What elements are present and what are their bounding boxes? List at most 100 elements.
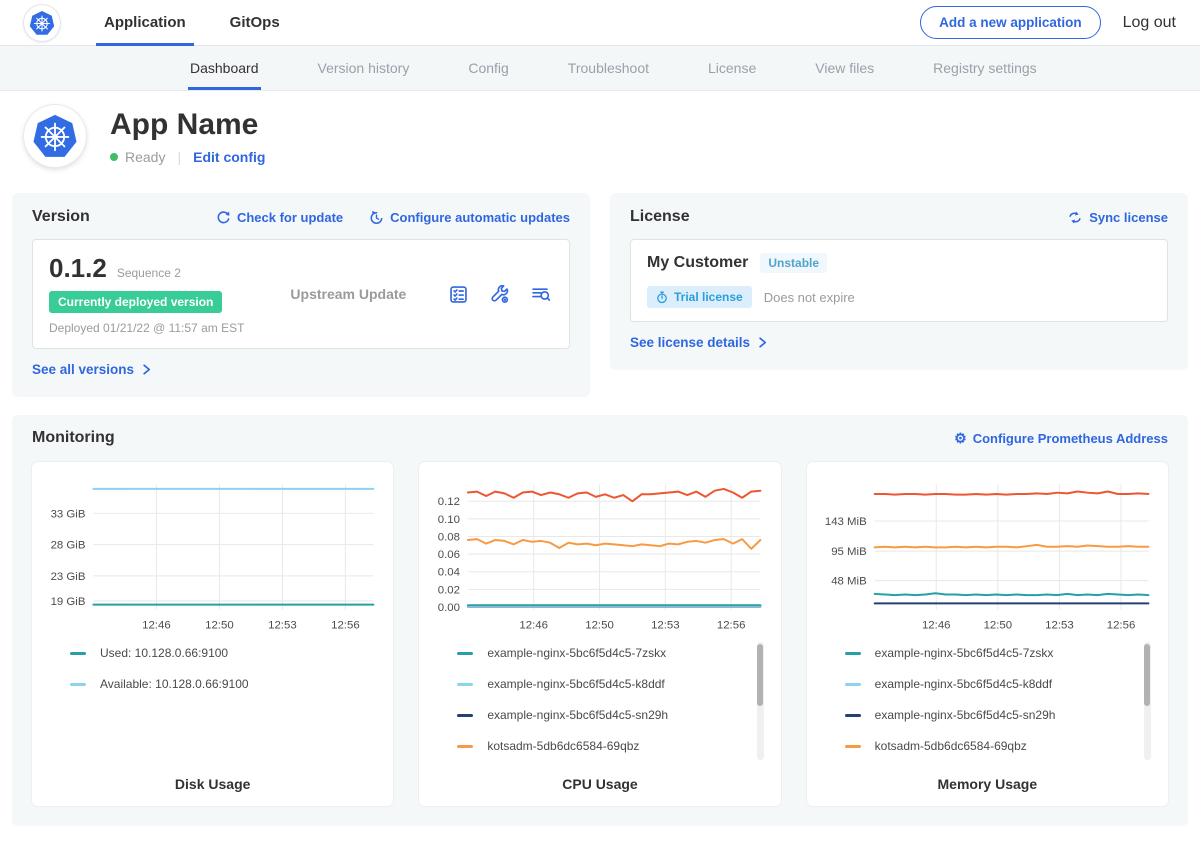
legend-label: kotsadm-5db6dc6584-69qbz [487, 739, 639, 753]
svg-text:0.06: 0.06 [438, 549, 460, 561]
add-application-button[interactable]: Add a new application [920, 6, 1101, 39]
legend-label: example-nginx-5bc6f5d4c5-7zskx [487, 646, 666, 660]
kubernetes-wheel-icon [32, 113, 78, 159]
legend-label: example-nginx-5bc6f5d4c5-sn29h [875, 708, 1056, 722]
configure-automatic-updates-link[interactable]: Configure automatic updates [369, 210, 570, 225]
legend-scrollbar[interactable] [1144, 642, 1151, 760]
tab-version-history[interactable]: Version history [316, 46, 412, 90]
top-nav-tab-gitops[interactable]: GitOps [222, 0, 288, 45]
deployed-timestamp: Deployed 01/21/22 @ 11:57 am EST [49, 321, 244, 335]
version-card: Version Check for update [12, 193, 590, 397]
tab-troubleshoot[interactable]: Troubleshoot [566, 46, 651, 90]
svg-text:0.00: 0.00 [438, 602, 460, 614]
cpu-usage-chart: 0.000.020.040.060.080.100.1212:4612:5012… [429, 476, 770, 636]
status-ready-dot-icon [110, 153, 118, 161]
svg-text:0.12: 0.12 [438, 496, 460, 508]
legend-label: example-nginx-5bc6f5d4c5-7zskx [875, 646, 1054, 660]
summary-cards-row: Version Check for update [12, 193, 1188, 397]
svg-text:23 GiB: 23 GiB [51, 571, 86, 583]
legend-item: example-nginx-5bc6f5d4c5-sn29h [457, 708, 750, 722]
see-license-details-link[interactable]: See license details [630, 335, 768, 350]
deployed-badge: Currently deployed version [49, 291, 222, 313]
svg-text:12:46: 12:46 [142, 619, 171, 631]
legend-label: Used: 10.128.0.66:9100 [100, 646, 228, 660]
logout-button[interactable]: Log out [1123, 14, 1176, 32]
sync-license-link[interactable]: Sync license [1067, 210, 1168, 225]
tab-registry-settings[interactable]: Registry settings [931, 46, 1038, 90]
legend-dash-icon [457, 683, 473, 686]
svg-text:95 MiB: 95 MiB [831, 546, 867, 558]
top-nav: Application GitOps Add a new application … [0, 0, 1200, 46]
config-tools-icon[interactable] [487, 282, 512, 307]
svg-text:12:53: 12:53 [651, 619, 680, 631]
svg-text:0.02: 0.02 [438, 584, 460, 596]
memory-usage-card: 48 MiB95 MiB143 MiB12:4612:5012:5312:56e… [807, 462, 1168, 806]
sequence-label: Sequence 2 [117, 266, 181, 280]
configure-prometheus-link[interactable]: ⚙ Configure Prometheus Address [954, 431, 1168, 446]
refresh-icon [216, 210, 231, 225]
svg-text:12:53: 12:53 [268, 619, 297, 631]
check-for-update-link[interactable]: Check for update [216, 210, 343, 225]
memory-usage-legend: example-nginx-5bc6f5d4c5-7zskx example-ng… [817, 636, 1158, 770]
legend-label: example-nginx-5bc6f5d4c5-sn29h [487, 708, 668, 722]
svg-text:12:56: 12:56 [1106, 619, 1135, 631]
legend-dash-icon [457, 714, 473, 717]
channel-badge: Unstable [760, 253, 827, 273]
legend-dash-icon [845, 714, 861, 717]
legend-item: example-nginx-5bc6f5d4c5-7zskx [845, 646, 1138, 660]
tab-dashboard[interactable]: Dashboard [188, 46, 261, 90]
chevron-right-icon [756, 336, 768, 349]
kubernetes-wheel-icon [29, 10, 55, 36]
app-logo-icon [24, 105, 86, 167]
svg-text:12:50: 12:50 [586, 619, 615, 631]
legend-dash-icon [70, 652, 86, 655]
top-nav-tabs: Application GitOps [96, 0, 316, 45]
tab-license[interactable]: License [706, 46, 758, 90]
monitoring-section: Monitoring ⚙ Configure Prometheus Addres… [12, 415, 1188, 826]
chart-title: CPU Usage [429, 770, 770, 792]
svg-text:19 GiB: 19 GiB [51, 596, 86, 608]
top-nav-tab-application[interactable]: Application [96, 0, 194, 45]
legend-dash-icon [845, 745, 861, 748]
gear-icon: ⚙ [954, 431, 967, 445]
legend-scrollbar-thumb[interactable] [757, 644, 763, 706]
chevron-right-icon [140, 363, 152, 376]
sync-icon [1067, 210, 1083, 225]
see-all-versions-link[interactable]: See all versions [32, 362, 152, 377]
edit-config-link[interactable]: Edit config [193, 149, 265, 165]
legend-item: kotsadm-5db6dc6584-69qbz [457, 739, 750, 753]
app-header: App Name Ready | Edit config [0, 91, 1200, 189]
cpu-usage-legend: example-nginx-5bc6f5d4c5-7zskx example-ng… [429, 636, 770, 770]
current-version-box: 0.1.2 Sequence 2 Currently deployed vers… [32, 239, 570, 349]
svg-text:12:56: 12:56 [717, 619, 746, 631]
license-expiry: Does not expire [764, 290, 855, 305]
tab-config[interactable]: Config [466, 46, 510, 90]
legend-label: kotsadm-5db6dc6584-69qbz [875, 739, 1027, 753]
svg-text:33 GiB: 33 GiB [51, 508, 86, 520]
tab-view-files[interactable]: View files [813, 46, 876, 90]
preflight-checks-icon[interactable] [446, 282, 471, 307]
legend-item: Available: 10.128.0.66:9100 [70, 677, 363, 691]
divider: | [177, 149, 181, 165]
license-card-title: License [630, 208, 690, 226]
chart-title: Memory Usage [817, 770, 1158, 792]
svg-text:48 MiB: 48 MiB [831, 576, 867, 588]
memory-usage-chart: 48 MiB95 MiB143 MiB12:4612:5012:5312:56 [817, 476, 1158, 636]
svg-text:12:53: 12:53 [1045, 619, 1074, 631]
license-info-box: My Customer Unstable Trial license Does … [630, 239, 1168, 322]
version-info: 0.1.2 Sequence 2 Currently deployed vers… [49, 253, 244, 335]
legend-label: example-nginx-5bc6f5d4c5-k8ddf [875, 677, 1052, 691]
legend-label: Available: 10.128.0.66:9100 [100, 677, 249, 691]
legend-scrollbar[interactable] [757, 642, 764, 760]
legend-scrollbar-thumb[interactable] [1144, 644, 1150, 706]
deploy-logs-icon[interactable] [528, 282, 553, 307]
svg-text:143 MiB: 143 MiB [825, 516, 867, 528]
version-card-title: Version [32, 208, 90, 226]
cpu-usage-card: 0.000.020.040.060.080.100.1212:4612:5012… [419, 462, 780, 806]
svg-text:0.08: 0.08 [438, 531, 460, 543]
top-nav-actions: Add a new application Log out [920, 6, 1176, 39]
version-number: 0.1.2 [49, 253, 107, 284]
chart-title: Disk Usage [42, 770, 383, 792]
legend-dash-icon [457, 652, 473, 655]
kubernetes-logo-icon[interactable] [24, 5, 60, 41]
